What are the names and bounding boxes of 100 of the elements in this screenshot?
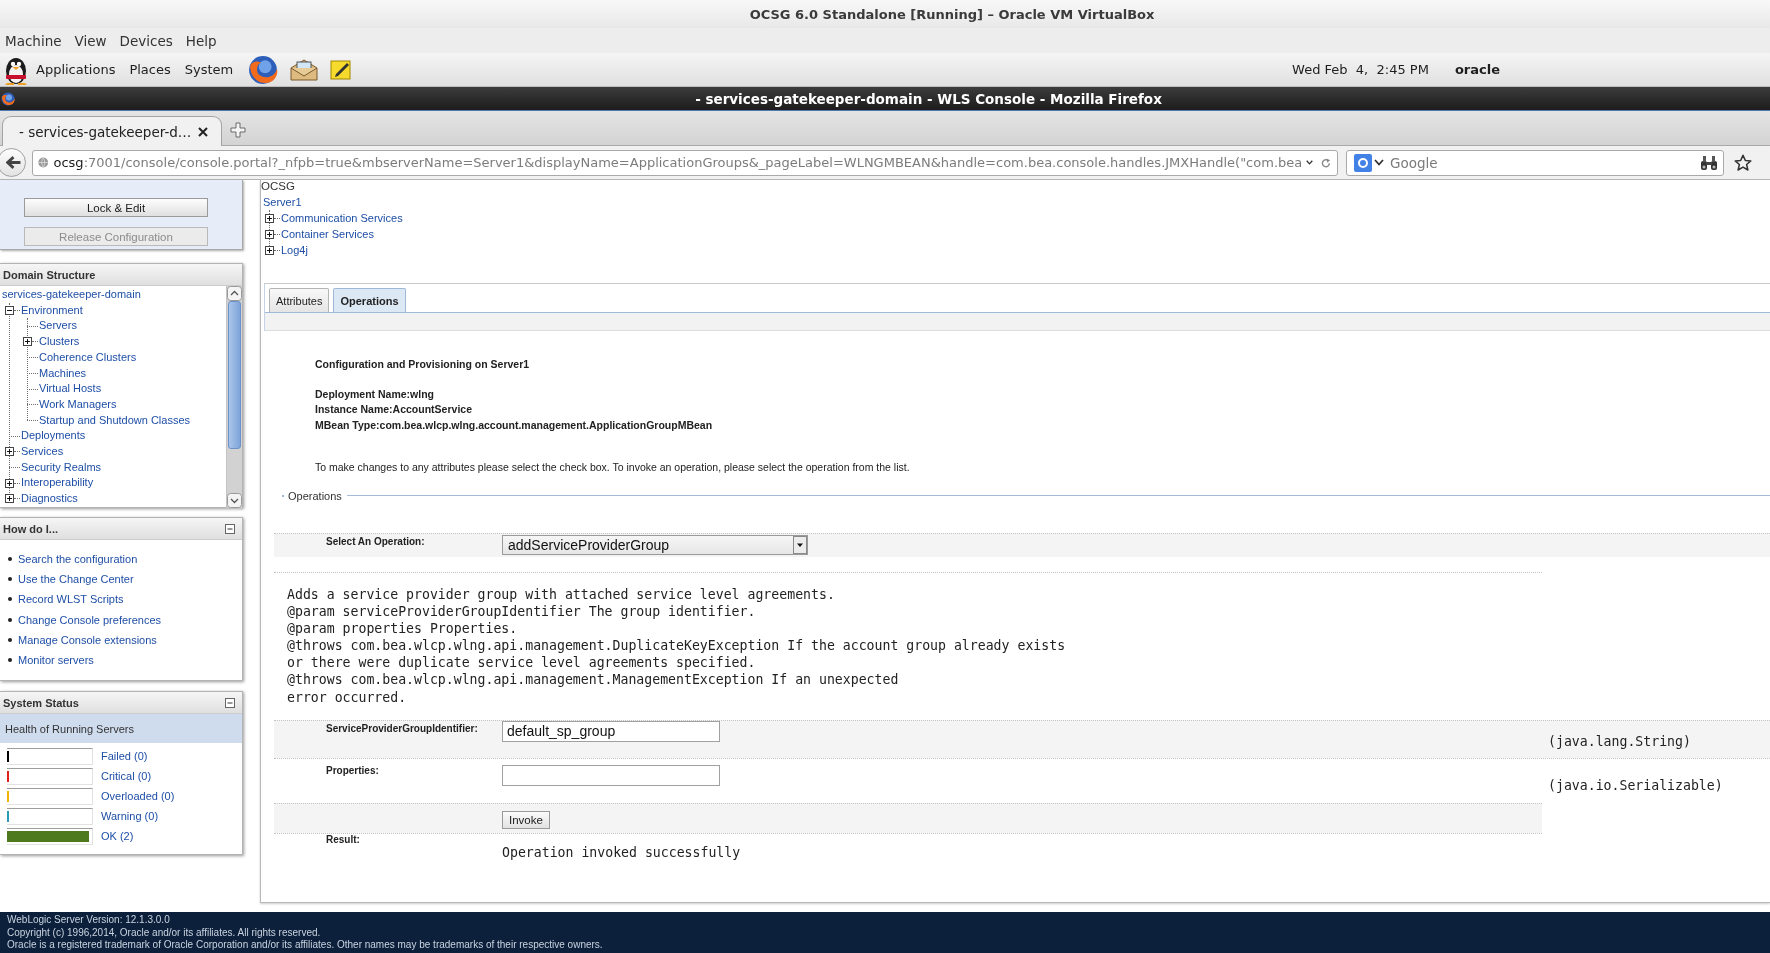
user-name[interactable]: oracle [1454,62,1500,77]
scrollbar-thumb[interactable] [228,301,241,449]
result-label: Result: [326,833,360,846]
bullet-icon [8,658,12,663]
section-heading: Configuration and Provisioning on Server1 [315,358,530,371]
chevron-down-icon[interactable] [1306,159,1314,166]
plus-icon[interactable] [230,122,246,138]
menu-item[interactable]: Devices [119,32,173,49]
plus-box-icon[interactable] [5,447,14,457]
tree-link[interactable]: Services [20,444,64,460]
operation-description: Adds a service provider group with attached service level agreements. @param serviceProviderGroupIdentifier The group identifier. @param properties Properties. @throws com.bea.wlcp.wlng.api.management.DuplicateKeyException If the account group already exists or there were duplicate service level agreements specified. @throws com.bea.wlcp.wlng.api.management.ManagementException If an unexpected error occurred. [287,586,1066,706]
result-text: Operation invoked successfully [502,843,741,861]
status-link[interactable]: Critical (0) [101,770,152,782]
browser-title: - services-gatekeeper-domain - WLS Console - Mozilla Firefox [695,90,1162,107]
clock: Wed Feb 4, 2:45 PM [1292,62,1429,77]
minus-square-icon[interactable] [225,523,235,534]
help-link[interactable]: Monitor servers [18,654,94,667]
search-field[interactable]: Google [1346,149,1724,176]
bullet-icon [8,637,12,642]
bullet-icon [8,597,12,602]
fox-globe-icon [1,91,15,106]
tree-link[interactable]: Container Services [280,226,374,242]
help-link[interactable]: Change Console preferences [18,613,162,626]
menu-item[interactable]: Machine [5,32,62,49]
operation-select[interactable]: addServiceProviderGroup [502,534,808,555]
plus-box-icon[interactable] [265,229,274,239]
fieldset-legend: Operations [288,489,342,502]
status-link[interactable]: Warning (0) [101,810,159,822]
tree-link[interactable]: Work Managers [38,396,117,413]
back-button[interactable] [0,148,26,177]
browser-tab[interactable]: - services-gatekeeper-d… [2,116,222,146]
bullet-icon [8,557,12,562]
footer-text: Copyright (c) 1996,2014, Oracle and/or its affiliates. All rights reserved. [7,926,321,940]
search-input[interactable]: Google [1387,152,1700,173]
back-arrow-icon [5,156,21,169]
tree-link[interactable]: Virtual Hosts [38,381,102,397]
detail-text: Deployment Name:wlng [315,386,435,402]
tab[interactable]: Operations [333,288,406,312]
star-icon[interactable] [1734,153,1752,172]
fox-globe-icon[interactable] [248,54,279,85]
help-link[interactable]: Search the configuration [18,553,138,566]
tree-link[interactable]: Startup and Shutdown Classes [38,412,191,429]
panel-menu[interactable]: Places [129,62,171,77]
tree-link[interactable]: Diagnostics [20,491,78,507]
plus-box-icon[interactable] [265,213,274,223]
help-link[interactable]: Use the Change Center [18,573,134,586]
invoke-button[interactable]: Invoke [502,810,550,829]
help-link[interactable]: Manage Console extensions [18,633,157,646]
minus-box-icon[interactable] [5,306,14,316]
tree-link[interactable]: Interoperability [20,475,94,492]
panel-title: System Status [3,696,79,709]
tree-link[interactable]: Deployments [20,428,86,445]
menu-item[interactable]: View [74,32,107,49]
help-link[interactable]: Record WLST Scripts [18,593,124,606]
tree-link[interactable]: Machines [38,365,87,382]
parameter-label: ServiceProviderGroupIdentifier: [326,722,478,735]
plus-box-icon[interactable] [23,337,32,347]
parameter-label: Properties: [326,764,379,777]
footer-text: WebLogic Server Version: 12.1.3.0.0 [7,914,170,927]
tab[interactable]: Attributes [269,288,330,312]
panel-menu[interactable]: Applications [36,62,116,77]
status-link[interactable]: Failed (0) [101,750,148,762]
plus-box-icon[interactable] [5,494,14,504]
status-link[interactable]: OK (2) [101,830,134,842]
config-button[interactable]: Lock & Edit [24,198,208,217]
tree-link[interactable]: Environment [20,302,83,319]
panel-menu[interactable]: System [184,62,234,77]
parameter-field[interactable]: default_sp_group [502,720,720,742]
search-engine-icon[interactable] [1354,153,1372,172]
tree-link[interactable]: Server1 [263,194,302,210]
chevron-down-icon[interactable] [1374,159,1384,166]
detail-text: Instance Name:AccountService [315,402,472,417]
tree-link[interactable]: Clusters [38,334,80,350]
field-label: Select An Operation: [326,535,425,548]
parameter-type: (java.lang.String) [1548,733,1691,750]
tree-link[interactable]: services-gatekeeper-domain [2,287,141,303]
plus-box-icon[interactable] [265,245,274,255]
breadcrumb-text: OCSG [261,180,295,192]
bullet-icon [8,617,12,622]
panel-title: How do I... [3,522,58,535]
chevron-up-icon[interactable] [227,286,242,301]
tree-link[interactable]: Log4j [280,242,308,258]
parameter-field[interactable] [502,764,720,786]
minus-square-icon[interactable] [225,697,235,708]
binoculars-icon[interactable] [1700,154,1718,171]
window-title: OCSG 6.0 Standalone [Running] – Oracle VM VirtualBox [749,6,1155,22]
status-subtitle: Health of Running Servers [5,722,134,735]
tree-link[interactable]: Communication Services [280,210,403,226]
tree-link[interactable]: Servers [38,318,77,335]
menu-item[interactable]: Help [185,32,217,49]
address-field[interactable]: ocsg:7001/console/console.portal?_nfpb=true&mbserverName=Server1&displayName=ApplicationGroups&_pageLabel=WLNGMBEAN&handle=com.bea.console.handles.JMXHandle("com.bea [32,149,1338,176]
plus-box-icon[interactable] [5,478,14,488]
close-icon[interactable] [198,126,208,137]
tree-link[interactable]: Security Realms [20,459,102,476]
instruction-text: To make changes to any attributes please select the check box. To invoke an operation, please select the operation from the list. [315,461,910,474]
chevron-down-icon[interactable] [227,493,242,508]
tree-link[interactable]: Coherence Clusters [38,349,137,366]
status-link[interactable]: Overloaded (0) [101,790,175,802]
note-pencil-icon[interactable] [330,58,353,81]
scrollbar[interactable] [226,286,242,508]
